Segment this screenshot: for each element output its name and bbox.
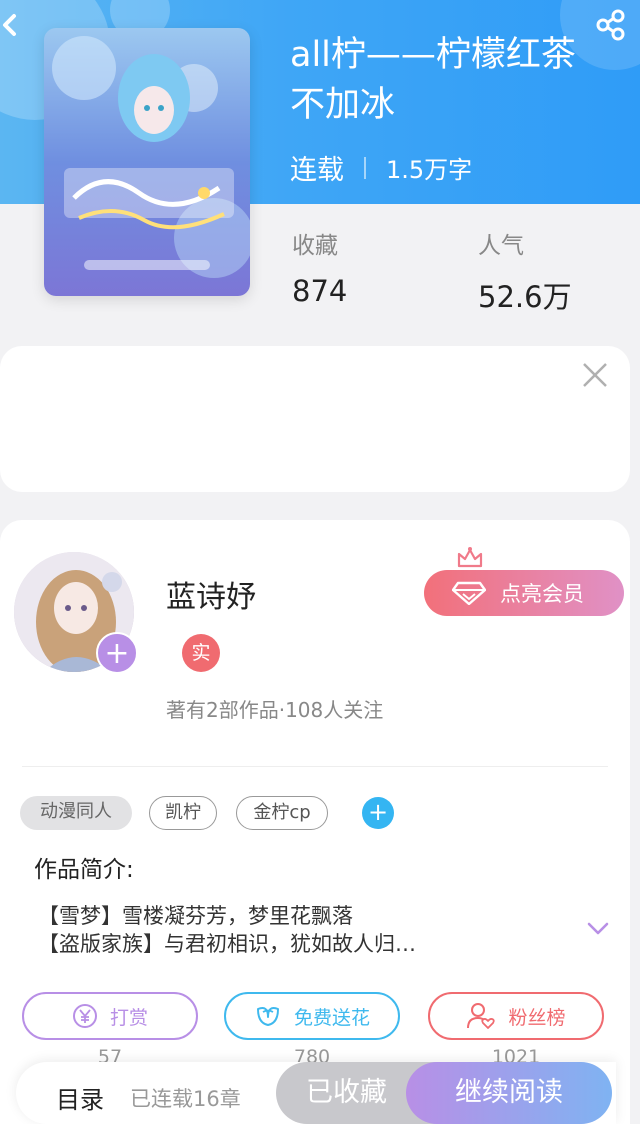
chapter-count: 已连载16章 xyxy=(130,1087,241,1111)
close-icon[interactable] xyxy=(580,360,610,390)
word-count: 1.5万字 xyxy=(386,156,473,184)
book-cover-image[interactable] xyxy=(44,28,250,296)
ad-card xyxy=(0,346,630,492)
send-flower-label: 免费送花 xyxy=(293,1006,370,1029)
back-arrow-icon[interactable] xyxy=(0,10,24,40)
follow-author-button[interactable]: + xyxy=(96,632,138,674)
user-heart-icon xyxy=(467,1003,496,1029)
popularity-stat: 人气 52.6万 xyxy=(478,226,572,316)
flower-icon xyxy=(256,1007,279,1026)
yen-coin-icon xyxy=(72,1004,97,1028)
favorites-label: 收藏 xyxy=(292,233,338,259)
popularity-value: 52.6万 xyxy=(478,280,572,314)
chevron-down-icon[interactable] xyxy=(586,918,610,938)
continue-reading-button[interactable]: 继续阅读 xyxy=(406,1062,612,1124)
tag-kai-ning[interactable]: 凯柠 xyxy=(149,796,217,830)
vip-member-button[interactable]: 点亮会员 xyxy=(424,570,624,616)
reward-label: 打赏 xyxy=(109,1006,148,1029)
diamond-icon xyxy=(452,581,486,605)
fans-rank-button[interactable]: 粉丝榜 xyxy=(428,992,604,1040)
favorites-value: 874 xyxy=(292,274,348,308)
book-meta: 连载 1.5万字 xyxy=(290,148,472,187)
favorites-stat: 收藏 874 xyxy=(292,226,347,308)
meta-divider xyxy=(364,156,366,179)
send-flower-button[interactable]: 免费送花 xyxy=(224,992,400,1040)
tag-jin-ning-cp[interactable]: 金柠cp xyxy=(236,796,328,830)
fans-rank-label: 粉丝榜 xyxy=(508,1006,566,1029)
serial-status: 连载 xyxy=(290,155,344,186)
tag-anime-fanfic[interactable]: 动漫同人 xyxy=(20,796,132,830)
add-tag-button[interactable]: + xyxy=(362,797,394,829)
verified-badge: 实 xyxy=(182,634,220,672)
author-info: 著有2部作品·108人关注 xyxy=(166,698,384,722)
popularity-label: 人气 xyxy=(478,233,524,259)
book-title: all柠——柠檬红茶不加冰 xyxy=(290,35,576,125)
intro-line-2: 【盗版家族】与君初相识，犹如故人归… xyxy=(38,932,416,956)
crown-icon xyxy=(457,547,483,568)
reward-button[interactable]: 打赏 xyxy=(22,992,198,1040)
intro-title: 作品简介: xyxy=(34,857,134,883)
vip-button-label: 点亮会员 xyxy=(500,582,584,606)
table-of-contents-button[interactable]: 目录 xyxy=(56,1080,104,1115)
author-name[interactable]: 蓝诗妤 xyxy=(166,572,256,616)
section-divider xyxy=(22,766,608,767)
intro-line-1: 【雪梦】雪楼凝芬芳，梦里花飘落 xyxy=(38,904,353,928)
